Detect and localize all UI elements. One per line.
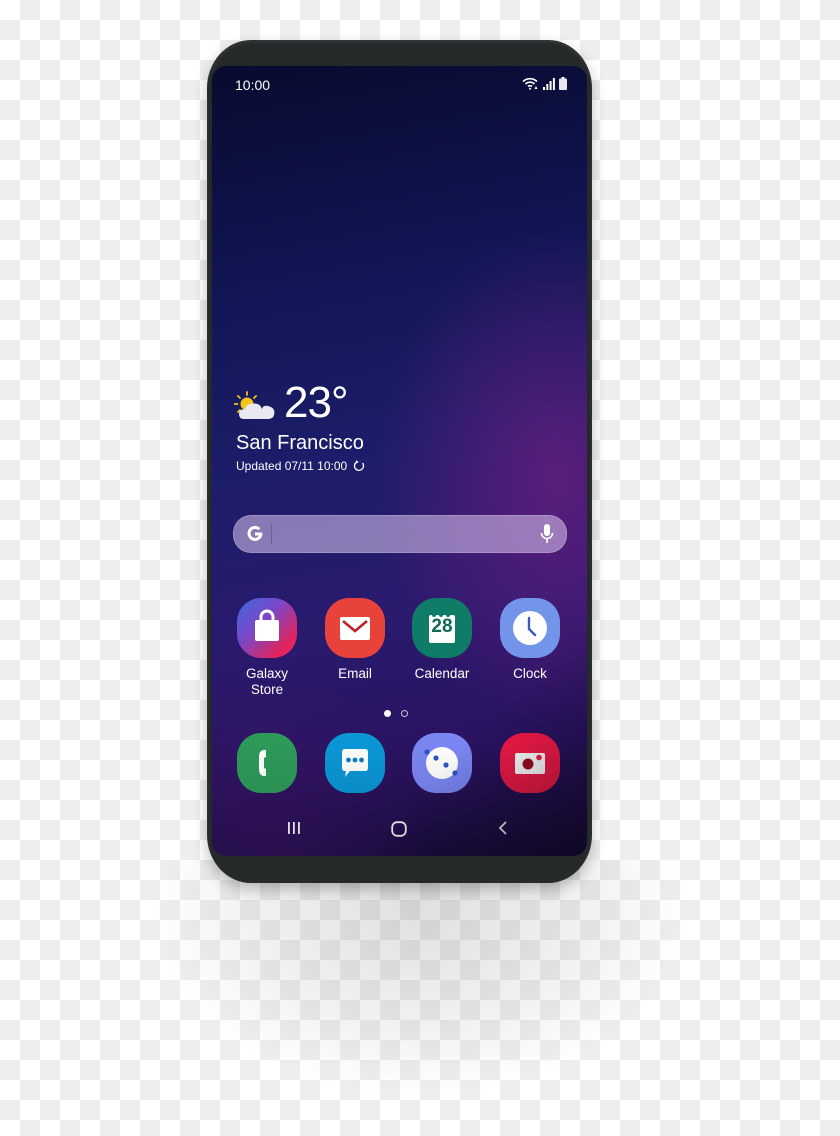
- search-input[interactable]: [276, 522, 520, 546]
- device-shadow: [150, 860, 690, 1100]
- home-screen: 10:00 23° San Francisco Updated 07/11 10…: [212, 66, 587, 856]
- page-dot-active[interactable]: [384, 710, 391, 717]
- google-search-bar[interactable]: [233, 515, 567, 553]
- bixby-icon: [412, 733, 472, 793]
- weather-updated: Updated 07/11 10:00: [236, 459, 365, 473]
- dock-bixby[interactable]: [402, 733, 482, 801]
- signal-icon: [543, 78, 555, 90]
- app-label: Calendar: [414, 666, 470, 681]
- status-time: 10:00: [235, 77, 271, 93]
- google-g-icon: [247, 525, 263, 541]
- app-label-line2: Store: [250, 682, 284, 697]
- clock-icon: [500, 598, 560, 658]
- app-calendar[interactable]: 28 Calendar: [402, 598, 482, 682]
- city-name: San Francisco: [236, 432, 364, 454]
- app-label: Clock: [513, 666, 547, 681]
- back-icon[interactable]: [497, 821, 509, 835]
- microphone-icon[interactable]: [540, 524, 554, 544]
- calendar-day: 28: [431, 616, 453, 637]
- page-dot[interactable]: [401, 710, 408, 717]
- messages-icon: [325, 733, 385, 793]
- dock-camera[interactable]: [490, 733, 570, 801]
- phone-icon: [237, 733, 297, 793]
- email-icon: [325, 598, 385, 658]
- status-icons: [522, 77, 567, 90]
- app-email[interactable]: Email: [315, 598, 395, 682]
- updated-text: Updated 07/11 10:00: [236, 459, 348, 473]
- camera-icon: [500, 733, 560, 793]
- calendar-icon: 28: [412, 598, 472, 658]
- temperature: 23°: [284, 378, 349, 427]
- dock-messages[interactable]: [315, 733, 395, 801]
- galaxy-store-icon: [237, 598, 297, 658]
- page-indicator: [384, 710, 408, 717]
- recents-icon[interactable]: [287, 821, 301, 835]
- wifi-icon: [522, 77, 538, 90]
- app-galaxy-store[interactable]: Galaxy Store: [227, 598, 307, 698]
- battery-icon: [559, 77, 567, 90]
- dock-phone[interactable]: [227, 733, 307, 801]
- home-icon[interactable]: [391, 821, 407, 837]
- refresh-icon[interactable]: [353, 460, 365, 472]
- app-clock[interactable]: Clock: [490, 598, 570, 682]
- search-caret: [271, 524, 272, 544]
- app-label: Email: [338, 666, 372, 681]
- partly-cloudy-icon: [234, 391, 275, 419]
- app-label: Galaxy: [245, 666, 289, 681]
